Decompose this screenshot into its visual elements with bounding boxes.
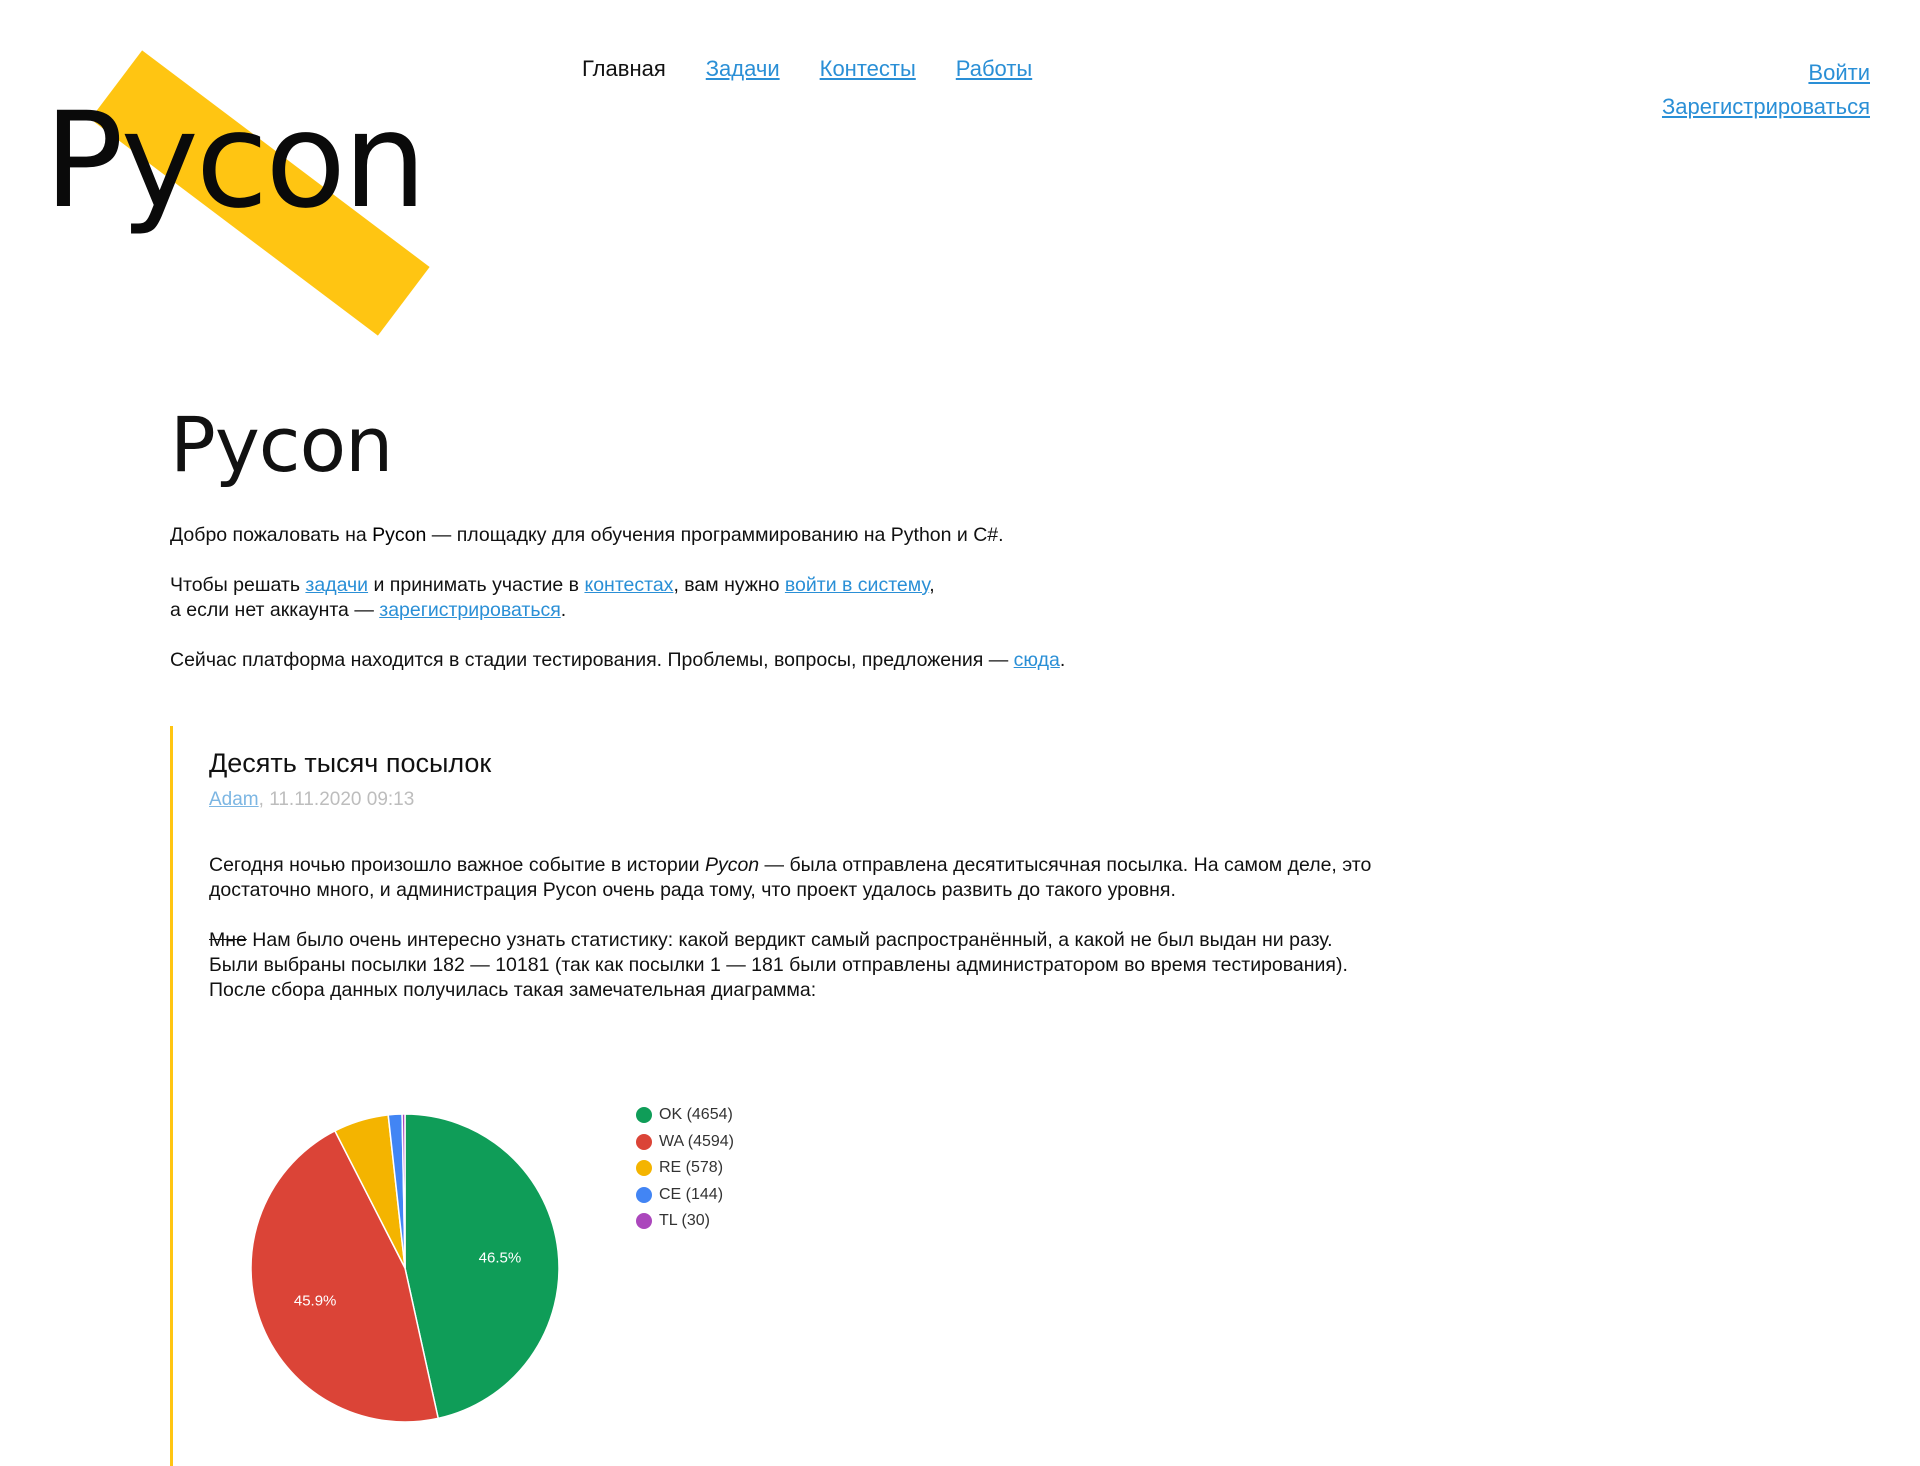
- tasks-link[interactable]: задачи: [305, 574, 368, 596]
- nav-item-contests[interactable]: Контесты: [820, 56, 916, 82]
- post-p1-text-end: — была отправлена десятитысячная посылка…: [759, 854, 1372, 876]
- post-p2-line2: Были выбраны посылки 182 — 10181 (так ка…: [209, 954, 1348, 976]
- post-meta: Adam, 11.11.2020 09:13: [209, 789, 1473, 811]
- post-author-link[interactable]: Adam: [209, 789, 259, 810]
- contests-link[interactable]: контестах: [584, 574, 673, 596]
- legend-label: CE (144): [659, 1185, 724, 1203]
- logo-text: Pycon: [44, 84, 427, 238]
- solve-paragraph: Чтобы решать задачи и принимать участие …: [170, 573, 1470, 623]
- post-p2-line1: Нам было очень интересно узнать статисти…: [246, 929, 1333, 951]
- post-p1-line2: достаточно много, и администрация Pycon …: [209, 879, 1176, 901]
- post-p2-strike: Мне: [209, 929, 247, 951]
- auth-links: Войти Зарегистрироваться: [1662, 56, 1870, 124]
- pycon-logo[interactable]: Pycon: [40, 35, 430, 336]
- nav-item-home[interactable]: Главная: [582, 56, 666, 82]
- post-title: Десять тысяч посылок: [209, 748, 492, 778]
- solve-text-4: ,: [929, 574, 935, 596]
- page-title: Pycon: [170, 400, 393, 489]
- pie-data-label: 46.5%: [479, 1250, 522, 1267]
- solve-text-6: .: [560, 599, 567, 621]
- welcome-text: Добро пожаловать на: [170, 524, 373, 546]
- solve-text-1: Чтобы решать: [170, 574, 306, 596]
- testing-paragraph: Сейчас платформа находится в стадии тест…: [170, 648, 1470, 673]
- legend-color-dot: [636, 1133, 652, 1150]
- login-inline-link[interactable]: войти в систему: [785, 574, 929, 596]
- legend-item[interactable]: CE (144): [636, 1182, 734, 1209]
- register-link[interactable]: Зарегистрироваться: [1662, 90, 1870, 124]
- welcome-paragraph: Добро пожаловать на Pycon — площадку для…: [170, 523, 1470, 548]
- legend-label: WA (4594): [659, 1132, 734, 1150]
- register-inline-link[interactable]: зарегистрироваться: [379, 599, 561, 621]
- post-p1-text: Сегодня ночью произошло важное событие в…: [209, 854, 705, 876]
- solve-text-3: , вам нужно: [673, 574, 785, 596]
- testing-end: .: [1059, 649, 1066, 671]
- nav-item-works[interactable]: Работы: [956, 56, 1032, 82]
- legend-label: TL (30): [659, 1212, 710, 1230]
- legend-color-dot: [636, 1160, 652, 1177]
- welcome-brand: Pycon: [372, 524, 427, 546]
- post-date: , 11.11.2020 09:13: [258, 789, 415, 810]
- legend-item[interactable]: OK (4654): [636, 1102, 734, 1129]
- testing-text: Сейчас платформа находится в стадии тест…: [170, 649, 1014, 671]
- chart-legend: OK (4654) WA (4594) RE (578) CE (144) TL (30…: [636, 1102, 734, 1235]
- feedback-link[interactable]: сюда: [1014, 649, 1060, 671]
- top-nav: Главная Задачи Контесты Работы: [582, 56, 1032, 82]
- legend-color-dot: [636, 1213, 652, 1230]
- post-p1-brand: Pycon: [704, 854, 760, 876]
- post-paragraph-1: Сегодня ночью произошло важное событие в…: [209, 853, 1473, 903]
- post-p2-line3: После сбора данных получилась такая заме…: [209, 979, 817, 1001]
- legend-item[interactable]: WA (4594): [636, 1129, 734, 1156]
- solve-text-2: и принимать участие в: [368, 574, 585, 596]
- nav-item-tasks[interactable]: Задачи: [706, 56, 780, 82]
- main-content: Pycon Добро пожаловать на Pycon — площад…: [170, 400, 1470, 698]
- legend-color-dot: [636, 1107, 652, 1124]
- post-paragraph-2: Мне Нам было очень интересно узнать стат…: [209, 928, 1473, 1003]
- legend-label: RE (578): [659, 1159, 724, 1177]
- pie-data-label: 45.9%: [294, 1292, 337, 1309]
- legend-item[interactable]: RE (578): [636, 1155, 734, 1182]
- login-link[interactable]: Войти: [1662, 56, 1870, 90]
- solve-text-5: а если нет аккаунта —: [170, 599, 380, 621]
- legend-label: OK (4654): [659, 1106, 733, 1124]
- legend-color-dot: [636, 1186, 652, 1203]
- welcome-text-end: — площадку для обучения программированию…: [426, 524, 1004, 546]
- legend-item[interactable]: TL (30): [636, 1208, 734, 1235]
